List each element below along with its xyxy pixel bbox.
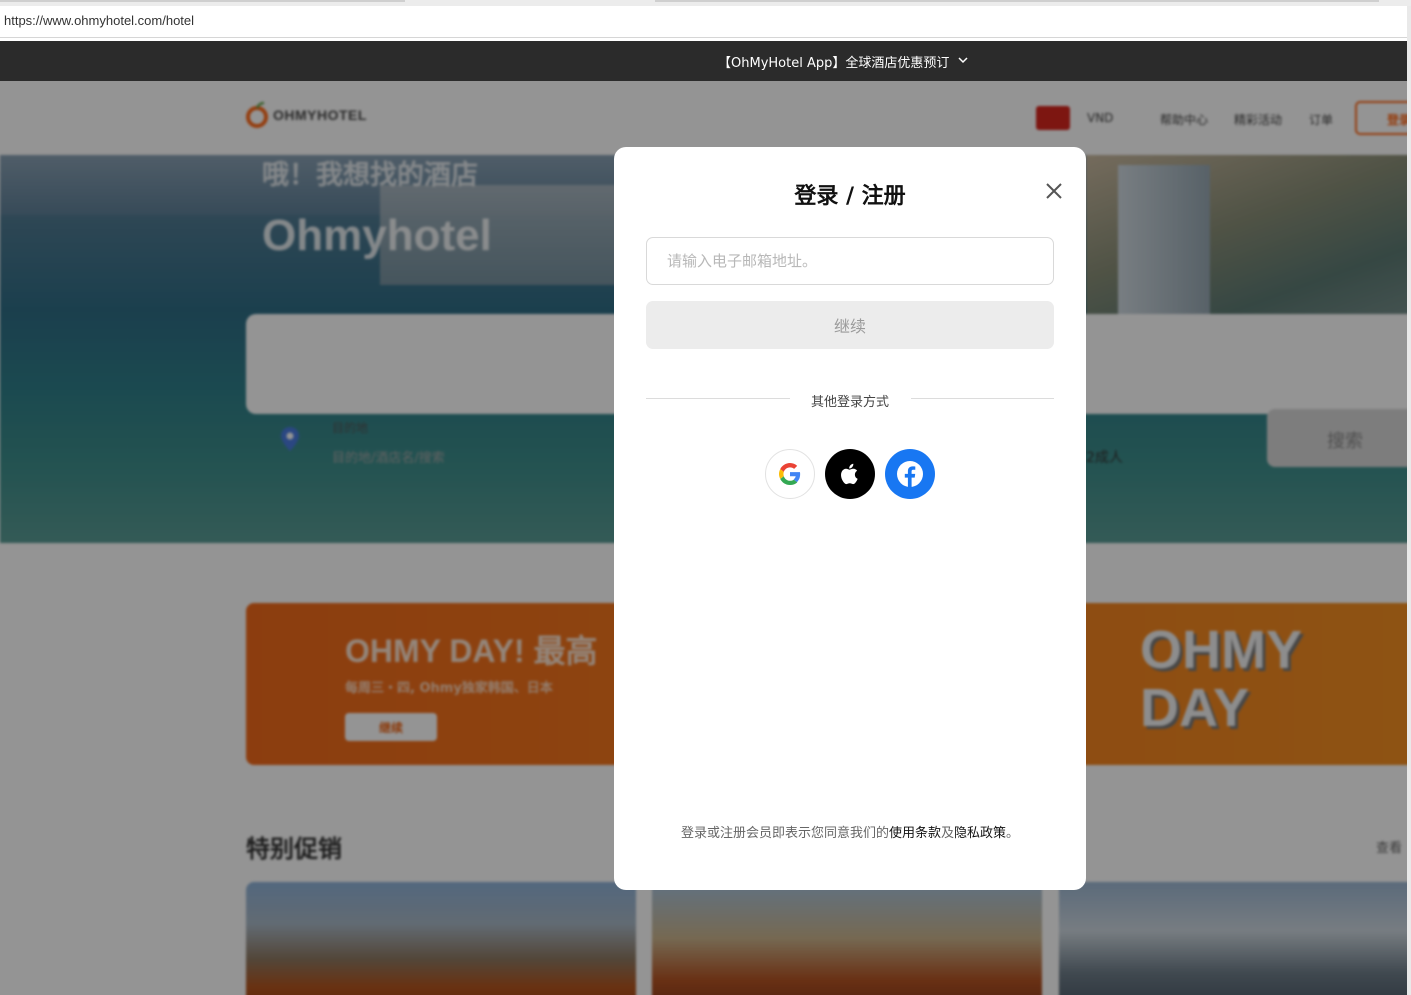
browser-tab[interactable] [0,0,405,2]
address-bar[interactable]: https://www.ohmyhotel.com/hotel [0,6,1411,38]
terms-prefix: 登录或注册会员即表示您同意我们的 [680,826,889,841]
url-text[interactable]: https://www.ohmyhotel.com/hotel [4,13,194,28]
google-login-button[interactable] [765,449,815,499]
scrollbar[interactable] [1407,6,1411,995]
continue-button[interactable]: 继续 [646,301,1054,349]
browser-tab[interactable] [655,0,1379,2]
facebook-icon [897,461,923,487]
divider-right [911,398,1054,399]
login-modal: 登录 / 注册 继续 其他登录方式 登录或注册会员即表示您同意我们的使用条款及隐… [614,147,1086,890]
terms-notice: 登录或注册会员即表示您同意我们的使用条款及隐私政策。 [614,822,1086,841]
facebook-login-button[interactable] [885,449,935,499]
app-promo-banner[interactable]: 【OhMyHotel App】全球酒店优惠预订 [0,41,1411,81]
chevron-down-icon[interactable] [956,53,970,67]
privacy-policy-link[interactable]: 隐私政策 [954,826,1006,841]
terms-of-use-link[interactable]: 使用条款 [889,826,941,841]
email-input[interactable] [646,237,1054,285]
app-promo-text[interactable]: 【OhMyHotel App】全球酒店优惠预订 [718,52,949,71]
terms-suffix: 。 [1006,826,1020,841]
terms-and: 及 [940,826,954,841]
close-icon[interactable] [1042,179,1066,203]
apple-login-button[interactable] [825,449,875,499]
apple-icon [841,463,858,485]
google-icon [779,463,801,485]
other-login-label: 其他登录方式 [810,395,889,410]
modal-title: 登录 / 注册 [794,184,906,209]
